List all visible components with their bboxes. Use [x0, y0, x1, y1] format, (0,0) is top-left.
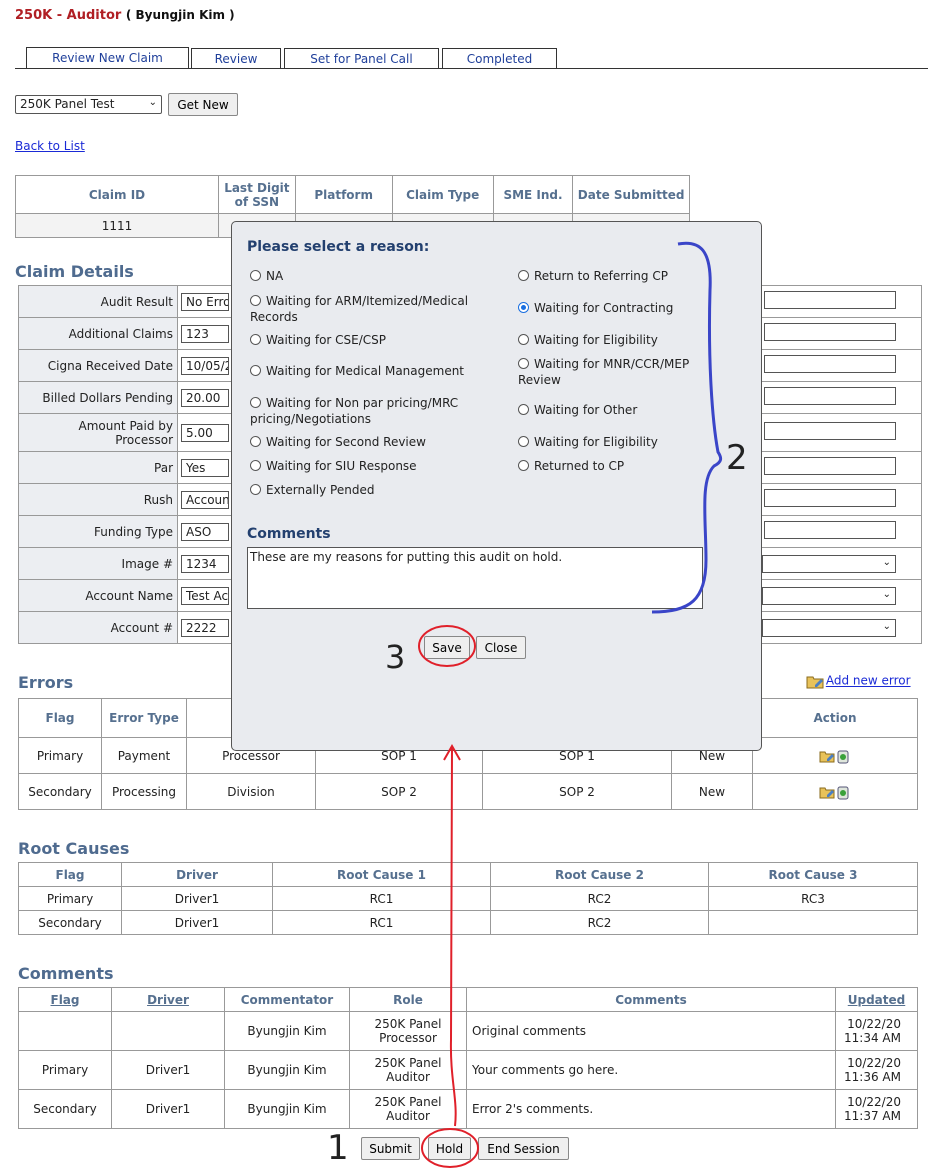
save-circle-annotation	[418, 625, 476, 667]
annotation-number-3: 3	[385, 638, 406, 676]
annotation-overlay	[418, 241, 723, 1168]
annotation-number-1: 1	[327, 1128, 349, 1168]
blue-brace-annotation	[651, 241, 723, 614]
hold-circle-annotation	[421, 1128, 479, 1168]
red-arrow-annotation	[449, 747, 457, 1127]
annotation-number-2: 2	[726, 438, 748, 478]
